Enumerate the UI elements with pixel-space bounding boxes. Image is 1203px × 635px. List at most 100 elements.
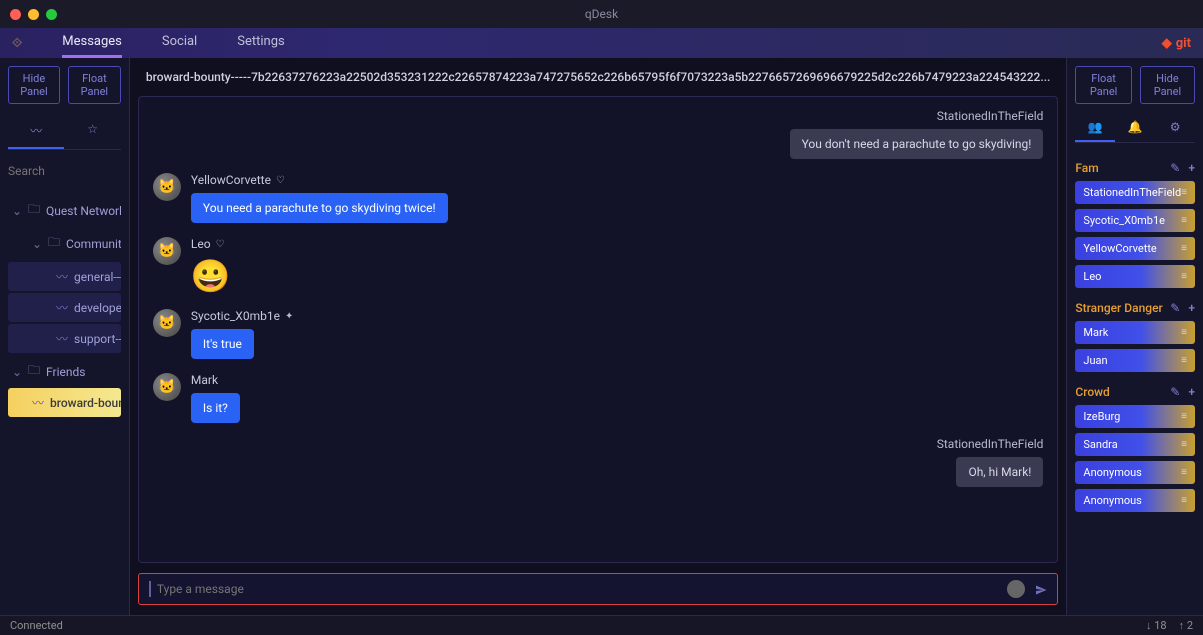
channel-title: broward-bounty-----7b22637276223a22502d3… [130, 58, 1066, 96]
brand-logo: ⟐ [12, 36, 22, 51]
message-bubble: You need a parachute to go skydiving twi… [191, 193, 448, 223]
member-item[interactable]: Sandra ≡ [1075, 433, 1195, 456]
edit-icon[interactable]: ✎ [1170, 301, 1180, 315]
avatar: 🐱 [153, 309, 181, 337]
avatar: 🐱 [153, 237, 181, 265]
group-name: Crowd [1075, 385, 1109, 399]
hide-panel-button-right[interactable]: Hide Panel [1140, 66, 1195, 104]
activity-icon: 〰 [30, 124, 42, 138]
message-input[interactable] [157, 582, 997, 596]
tree-channel-support[interactable]: 〰 support-----... [8, 324, 121, 353]
titlebar: qDesk [0, 0, 1203, 28]
tab-social[interactable]: Social [162, 28, 197, 58]
member-name: StationedInTheField [1083, 186, 1181, 199]
right-tab-settings[interactable]: ⚙ [1155, 114, 1195, 142]
window-minimize-button[interactable] [28, 9, 39, 20]
connection-status: Connected [10, 619, 63, 632]
download-indicator: ↓ 18 [1146, 619, 1167, 632]
member-item[interactable]: Sycotic_X0mb1e ≡ [1075, 209, 1195, 232]
channel-icon: 〰 [56, 330, 68, 347]
upload-indicator: ↑ 2 [1179, 619, 1193, 632]
plus-icon[interactable]: + [1188, 161, 1195, 175]
tree-friends[interactable]: ⌄ 🗀 Friends [8, 355, 121, 388]
gear-icon: ⚙ [1170, 120, 1181, 134]
float-panel-button[interactable]: Float Panel [68, 66, 121, 104]
member-item[interactable]: Leo ≡ [1075, 265, 1195, 288]
message-input-row [138, 573, 1058, 605]
statusbar: Connected ↓ 18 ↑ 2 [0, 615, 1203, 635]
tab-settings[interactable]: Settings [237, 28, 284, 58]
menu-icon[interactable]: ≡ [1181, 495, 1187, 506]
member-name: Sandra [1083, 438, 1117, 451]
message-incoming: 🐱 Leo ♡ 😀 [153, 237, 1043, 295]
member-item[interactable]: YellowCorvette≡ [1075, 237, 1195, 260]
tree-channel-general[interactable]: 〰 general-----... [8, 262, 121, 291]
avatar: 🐱 [153, 173, 181, 201]
tree-label: develope... [74, 301, 121, 315]
member-name: Sycotic_X0mb1e [1083, 214, 1165, 227]
right-panel: Float Panel Hide Panel 👥 🔔 ⚙ Fam ✎+ Stat… [1066, 58, 1203, 615]
tree-quest-network[interactable]: ⌄ 🗀 Quest Network [8, 194, 121, 227]
tree-community[interactable]: ⌄ 🗀 Community [8, 227, 121, 260]
group-header-fam: Fam ✎+ [1075, 161, 1195, 175]
window-close-button[interactable] [10, 9, 21, 20]
hide-panel-button[interactable]: Hide Panel [8, 66, 60, 104]
plus-icon[interactable]: + [1188, 385, 1195, 399]
send-button[interactable] [1035, 582, 1047, 596]
member-name: Leo [1083, 270, 1101, 283]
tree-label: Community [66, 237, 121, 251]
tab-messages[interactable]: Messages [62, 28, 122, 58]
message-bubble: Is it? [191, 393, 240, 423]
member-item[interactable]: Juan ≡ [1075, 349, 1195, 372]
edit-icon[interactable]: ✎ [1170, 161, 1180, 175]
menu-icon[interactable]: ≡ [1181, 411, 1187, 422]
left-tab-activity[interactable]: 〰 [8, 114, 64, 149]
chat-area: broward-bounty-----7b22637276223a22502d3… [130, 58, 1066, 615]
message-sender: Sycotic_X0mb1e ✦ [191, 309, 293, 323]
menu-icon[interactable]: ≡ [1181, 439, 1187, 450]
menu-icon[interactable]: ≡ [1181, 327, 1187, 338]
menu-icon[interactable]: ≡ [1181, 243, 1187, 254]
member-item[interactable]: Mark≡ [1075, 321, 1195, 344]
member-item[interactable]: IzeBurg≡ [1075, 405, 1195, 428]
menu-icon[interactable]: ≡ [1181, 271, 1187, 282]
left-tab-favorites[interactable]: ☆ [64, 114, 120, 149]
git-icon: ◆ [1162, 36, 1172, 51]
tree-friend-broward[interactable]: 〰 broward-bount... [8, 388, 121, 417]
message-bubble: It's true [191, 329, 254, 359]
cursor-bar [149, 581, 151, 597]
chat-scroll[interactable]: StationedInTheField You don't need a par… [138, 96, 1058, 563]
right-tab-people[interactable]: 👥 [1075, 114, 1115, 142]
edit-icon[interactable]: ✎ [1170, 385, 1180, 399]
emoji-message: 😀 [191, 257, 231, 295]
git-badge[interactable]: ◆ git [1162, 36, 1191, 51]
git-label: git [1176, 36, 1191, 51]
member-name: Juan [1083, 354, 1107, 367]
message-sender: Leo ♡ [191, 237, 231, 251]
star-icon: ✦ [285, 311, 293, 322]
member-item[interactable]: Anonymous ≡ [1075, 461, 1195, 484]
message-incoming: 🐱 YellowCorvette ♡ You need a parachute … [153, 173, 1043, 223]
member-item[interactable]: Anonymous≡ [1075, 489, 1195, 512]
menu-icon[interactable]: ≡ [1181, 187, 1187, 198]
menu-icon[interactable]: ≡ [1181, 215, 1187, 226]
tree-label: support-----... [74, 332, 121, 346]
member-item[interactable]: StationedInTheField≡ [1075, 181, 1195, 204]
people-icon: 👥 [1088, 120, 1103, 134]
plus-icon[interactable]: + [1188, 301, 1195, 315]
tree-channel-develope[interactable]: 〰 develope... [8, 293, 121, 322]
window-title: qDesk [585, 7, 618, 21]
menu-icon[interactable]: ≡ [1181, 467, 1187, 478]
avatar: 🐱 [153, 373, 181, 401]
top-nav: ⟐ Messages Social Settings ◆ git [0, 28, 1203, 58]
window-maximize-button[interactable] [46, 9, 57, 20]
emoji-picker-button[interactable] [1007, 580, 1025, 598]
float-panel-button-right[interactable]: Float Panel [1075, 66, 1131, 104]
chevron-down-icon: ⌄ [32, 237, 42, 251]
menu-icon[interactable]: ≡ [1181, 355, 1187, 366]
group-header-stranger: Stranger Danger ✎ + [1075, 301, 1195, 315]
group-name: Stranger Danger [1075, 301, 1162, 315]
right-tab-notifications[interactable]: 🔔 [1115, 114, 1155, 142]
member-name: Anonymous [1083, 466, 1141, 479]
search-input[interactable] [8, 164, 130, 178]
